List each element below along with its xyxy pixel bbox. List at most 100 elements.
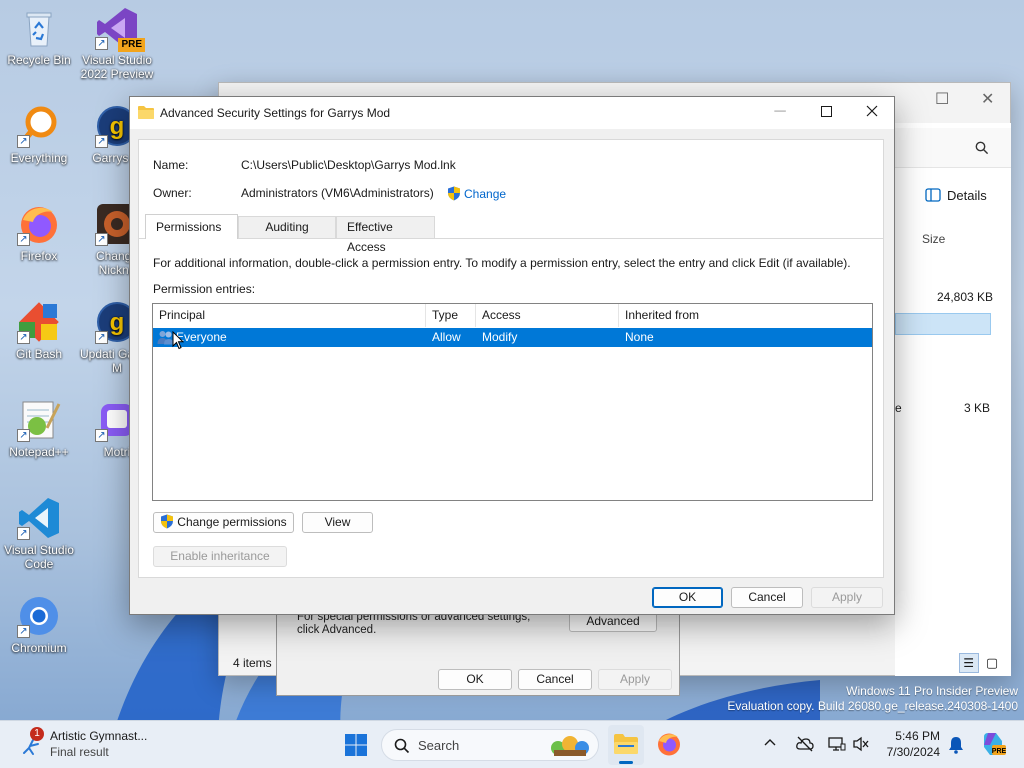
maximize-button[interactable] bbox=[803, 97, 849, 129]
column-header-type[interactable]: Type bbox=[426, 304, 476, 327]
start-button[interactable] bbox=[344, 733, 368, 757]
tiles-view-icon[interactable]: ▢ bbox=[982, 654, 1002, 674]
column-header-inherited-from[interactable]: Inherited from bbox=[619, 304, 872, 327]
search-icon bbox=[394, 738, 410, 754]
cancel-button[interactable]: Cancel bbox=[518, 669, 592, 690]
shortcut-arrow-icon: ↗ bbox=[95, 429, 108, 442]
close-icon bbox=[866, 105, 878, 117]
ok-button[interactable]: OK bbox=[438, 669, 512, 690]
desktop-icon-recycle-bin[interactable]: Recycle Bin bbox=[0, 6, 78, 67]
network-icon[interactable] bbox=[828, 736, 846, 752]
explorer-file-pane bbox=[895, 123, 1011, 676]
close-icon[interactable]: ✕ bbox=[981, 89, 994, 109]
desktop-icon-label: Everything bbox=[10, 151, 68, 165]
volume-muted-icon[interactable] bbox=[852, 736, 870, 752]
desktop-icon-chromium[interactable]: ↗ Chromium bbox=[0, 594, 78, 655]
desktop-icon-label: Firefox bbox=[20, 249, 58, 263]
tab-divider bbox=[139, 238, 883, 239]
widgets-news-button[interactable]: 1 Artistic Gymnast... Final result bbox=[20, 727, 190, 763]
notification-badge: 1 bbox=[30, 727, 44, 741]
desktop-icon-git-bash[interactable]: ↗ Git Bash bbox=[0, 300, 78, 361]
tab-effective-access[interactable]: Effective Access bbox=[336, 216, 435, 254]
desktop-icon-label: Visual Studio Code bbox=[4, 543, 74, 571]
active-indicator bbox=[619, 761, 633, 764]
column-header-principal[interactable]: Principal bbox=[153, 304, 426, 327]
inherited-from-cell: None bbox=[625, 330, 654, 344]
apply-button[interactable]: Apply bbox=[598, 669, 672, 690]
name-label: Name: bbox=[153, 158, 189, 172]
widget-headline: Artistic Gymnast... bbox=[50, 729, 148, 743]
owner-value: Administrators (VM6\Administrators) bbox=[241, 186, 434, 200]
desktop-icon-everything[interactable]: ↗ Everything bbox=[0, 104, 78, 165]
visual-studio-preview-icon: PRE ↗ bbox=[95, 6, 145, 52]
view-toggle-buttons: ☰ ▢ bbox=[958, 653, 1002, 674]
maximize-icon bbox=[820, 106, 832, 117]
dialog-titlebar[interactable]: Advanced Security Settings for Garrys Mo… bbox=[130, 97, 894, 129]
desktop-icon-visual-studio-code[interactable]: ↗ Visual Studio Code bbox=[0, 496, 78, 571]
shortcut-arrow-icon: ↗ bbox=[17, 429, 30, 442]
vscode-icon: ↗ bbox=[17, 496, 61, 540]
enable-inheritance-button[interactable]: Enable inheritance bbox=[153, 546, 287, 567]
show-hidden-icons-button[interactable] bbox=[764, 735, 776, 750]
shortcut-arrow-icon: ↗ bbox=[17, 331, 30, 344]
file-name-fragment: e bbox=[895, 401, 902, 415]
ok-button[interactable]: OK bbox=[652, 587, 723, 608]
copilot-preview-icon[interactable]: PRE bbox=[980, 731, 1006, 757]
desktop-icon-label: Notepad++ bbox=[9, 445, 69, 459]
details-pane-icon bbox=[925, 188, 941, 202]
permission-entry-row[interactable]: Everyone Allow Modify None bbox=[153, 328, 872, 347]
name-value: C:\Users\Public\Desktop\Garrys Mod.lnk bbox=[241, 158, 456, 172]
item-count-status: 4 items bbox=[233, 656, 272, 670]
column-header-access[interactable]: Access bbox=[476, 304, 619, 327]
clock-time: 5:46 PM bbox=[895, 729, 940, 743]
uac-shield-icon bbox=[448, 186, 460, 201]
svg-text:g: g bbox=[110, 309, 125, 336]
search-placeholder: Search bbox=[418, 738, 460, 753]
search-icon bbox=[975, 141, 989, 155]
taskbar-search-box[interactable]: Search bbox=[381, 729, 599, 761]
permission-entries-list[interactable]: Principal Type Access Inherited from Eve… bbox=[152, 303, 873, 501]
permission-entries-label: Permission entries: bbox=[153, 282, 256, 296]
windows-start-icon bbox=[345, 734, 367, 756]
recycle-bin-icon bbox=[17, 6, 61, 50]
change-owner-link[interactable]: Change bbox=[447, 186, 506, 201]
view-button[interactable]: View bbox=[302, 512, 373, 533]
taskbar: 1 Artistic Gymnast... Final result Searc… bbox=[0, 720, 1024, 768]
chevron-up-icon bbox=[764, 739, 776, 746]
desktop-icon-firefox[interactable]: ↗ Firefox bbox=[0, 202, 78, 263]
desktop-icon-visual-studio-2022-preview[interactable]: PRE ↗ Visual Studio 2022 Preview bbox=[78, 6, 156, 81]
shortcut-arrow-icon: ↗ bbox=[95, 331, 108, 344]
shortcut-arrow-icon: ↗ bbox=[95, 233, 108, 246]
preview-badge: PRE bbox=[118, 38, 145, 52]
details-pane-button[interactable]: Details bbox=[925, 188, 987, 203]
size-column-header[interactable]: Size bbox=[922, 232, 945, 246]
desktop-icon-label: Chromium bbox=[11, 641, 67, 655]
close-button[interactable] bbox=[849, 97, 895, 129]
details-view-icon[interactable]: ☰ bbox=[958, 653, 979, 673]
cancel-button[interactable]: Cancel bbox=[731, 587, 803, 608]
onedrive-offline-icon[interactable] bbox=[796, 736, 814, 752]
permissions-info-text: For additional information, double-click… bbox=[153, 256, 851, 270]
dialog-content-panel: Name: C:\Users\Public\Desktop\Garrys Mod… bbox=[138, 139, 884, 578]
clock[interactable]: 5:46 PM 7/30/2024 bbox=[880, 728, 940, 760]
chromium-icon: ↗ bbox=[17, 594, 61, 638]
maximize-icon[interactable]: ☐ bbox=[935, 89, 949, 109]
minimize-button[interactable]: ─ bbox=[757, 97, 803, 129]
selected-file-row[interactable] bbox=[895, 313, 991, 335]
uac-shield-icon bbox=[161, 514, 174, 529]
taskbar-file-explorer[interactable] bbox=[608, 725, 644, 765]
change-permissions-button[interactable]: Change permissions bbox=[153, 512, 294, 533]
taskbar-firefox[interactable] bbox=[656, 731, 682, 757]
shortcut-arrow-icon: ↗ bbox=[17, 527, 30, 540]
notification-bell-icon[interactable] bbox=[948, 736, 964, 754]
desktop-icon-notepad-plus-plus[interactable]: ↗ Notepad++ bbox=[0, 398, 78, 459]
shortcut-arrow-icon: ↗ bbox=[17, 233, 30, 246]
file-size: 3 KB bbox=[964, 401, 991, 415]
svg-text:PRE: PRE bbox=[992, 748, 1006, 755]
tab-auditing[interactable]: Auditing bbox=[238, 216, 336, 238]
explorer-search-box[interactable] bbox=[895, 128, 1011, 168]
apply-button[interactable]: Apply bbox=[811, 587, 883, 608]
tab-permissions[interactable]: Permissions bbox=[145, 214, 238, 239]
search-highlight-icon bbox=[551, 736, 589, 756]
watermark-line-1: Windows 11 Pro Insider Preview bbox=[846, 684, 1018, 698]
